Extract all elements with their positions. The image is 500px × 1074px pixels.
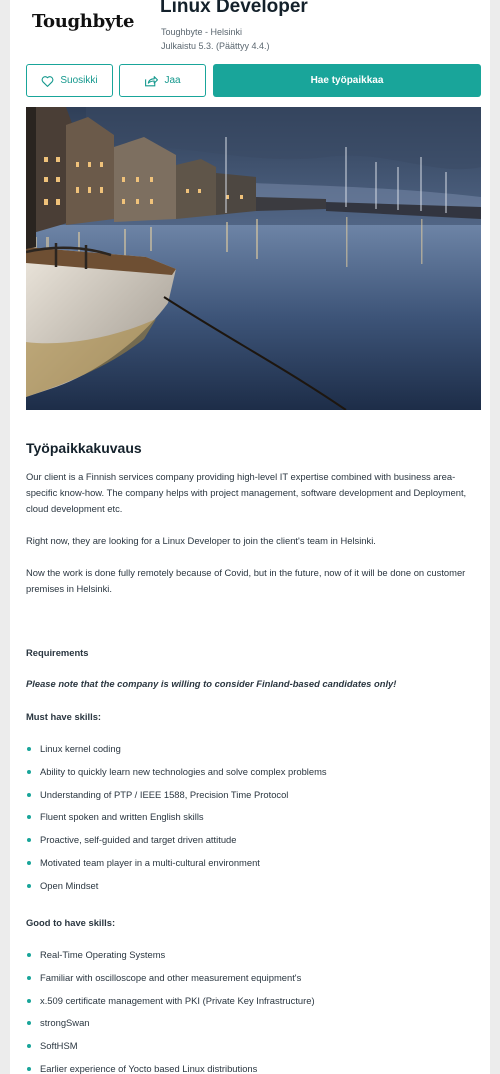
list-item-text: x.509 certificate management with PKI (P… — [40, 994, 315, 1006]
harbor-photo — [26, 107, 481, 410]
list-item: Proactive, self-guided and target driven… — [26, 833, 327, 856]
list-item: x.509 certificate management with PKI (P… — [26, 994, 315, 1017]
list-item-text: Familiar with oscilloscope and other mea… — [40, 971, 302, 983]
bullet-icon — [27, 883, 31, 888]
list-item-text: Proactive, self-guided and target driven… — [40, 834, 237, 846]
heart-icon — [42, 75, 54, 87]
description-heading: Työpaikkakuvaus — [26, 440, 142, 456]
favorite-label: Suosikki — [60, 75, 98, 86]
good-to-have-label: Good to have skills: — [26, 917, 116, 928]
company-logo[interactable]: Toughbyte — [32, 11, 135, 32]
share-label: Jaa — [164, 75, 181, 86]
list-item-text: Ability to quickly learn new technologie… — [40, 765, 327, 777]
bullet-icon — [27, 838, 31, 843]
list-item: strongSwan — [26, 1016, 315, 1039]
list-item: Linux kernel coding — [26, 742, 327, 765]
share-button[interactable]: Jaa — [119, 64, 206, 97]
must-have-label: Must have skills: — [26, 711, 102, 722]
good-to-have-list: Real-Time Operating Systems Familiar wit… — [26, 948, 315, 1074]
bullet-icon — [27, 998, 31, 1003]
list-item: Fluent spoken and written English skills — [26, 810, 327, 833]
requirements-label: Requirements — [26, 647, 89, 658]
job-published-date: Julkaistu 5.3. (Päättyy 4.4.) — [161, 41, 270, 51]
bullet-icon — [27, 953, 31, 957]
list-item-text: Open Mindset — [40, 879, 99, 891]
list-item: Real-Time Operating Systems — [26, 948, 315, 971]
list-item-text: Linux kernel coding — [40, 743, 121, 754]
bullet-icon — [27, 792, 31, 797]
bullet-icon — [27, 1021, 31, 1026]
bullet-icon — [27, 1044, 31, 1049]
list-item: Earlier experience of Yocto based Linux … — [26, 1062, 315, 1074]
list-item: SoftHSM — [26, 1039, 315, 1062]
must-have-list: Linux kernel coding Ability to quickly l… — [26, 742, 327, 902]
share-icon — [145, 75, 159, 86]
list-item-text: Real-Time Operating Systems — [40, 949, 166, 960]
list-item: Motivated team player in a multi-cultura… — [26, 856, 327, 879]
list-item-text: SoftHSM — [40, 1040, 78, 1052]
job-location: Toughbyte - Helsinki — [161, 27, 243, 37]
description-paragraph: Right now, they are looking for a Linux … — [26, 535, 376, 546]
list-item: Open Mindset — [26, 879, 327, 902]
list-item-text: Fluent spoken and written English skills — [40, 811, 204, 823]
bullet-icon — [27, 975, 31, 980]
list-item-text: Understanding of PTP / IEEE 1588, Precis… — [40, 788, 289, 800]
bullet-icon — [27, 747, 31, 751]
list-item-text: Motivated team player in a multi-cultura… — [40, 856, 260, 868]
job-header: Toughbyte Linux Developer Toughbyte - He… — [10, 0, 490, 60]
list-item: Ability to quickly learn new technologie… — [26, 765, 327, 788]
job-title: Linux Developer — [160, 0, 308, 17]
list-item: Understanding of PTP / IEEE 1588, Precis… — [26, 788, 327, 811]
list-item-text: Earlier experience of Yocto based Linux … — [40, 1062, 258, 1074]
bullet-icon — [27, 860, 31, 865]
location-note: Please note that the company is willing … — [26, 678, 397, 689]
favorite-button[interactable]: Suosikki — [26, 64, 113, 97]
list-item-text: strongSwan — [40, 1017, 90, 1029]
description-paragraph: Now the work is done fully remotely beca… — [26, 567, 466, 594]
bullet-icon — [27, 769, 31, 774]
bullet-icon — [27, 815, 31, 820]
job-card: Toughbyte Linux Developer Toughbyte - He… — [10, 0, 490, 1074]
description-paragraph: Our client is a Finnish services company… — [26, 471, 467, 514]
list-item: Familiar with oscilloscope and other mea… — [26, 971, 315, 994]
bullet-icon — [27, 1066, 31, 1071]
apply-button[interactable]: Hae työpaikkaa — [213, 64, 481, 97]
